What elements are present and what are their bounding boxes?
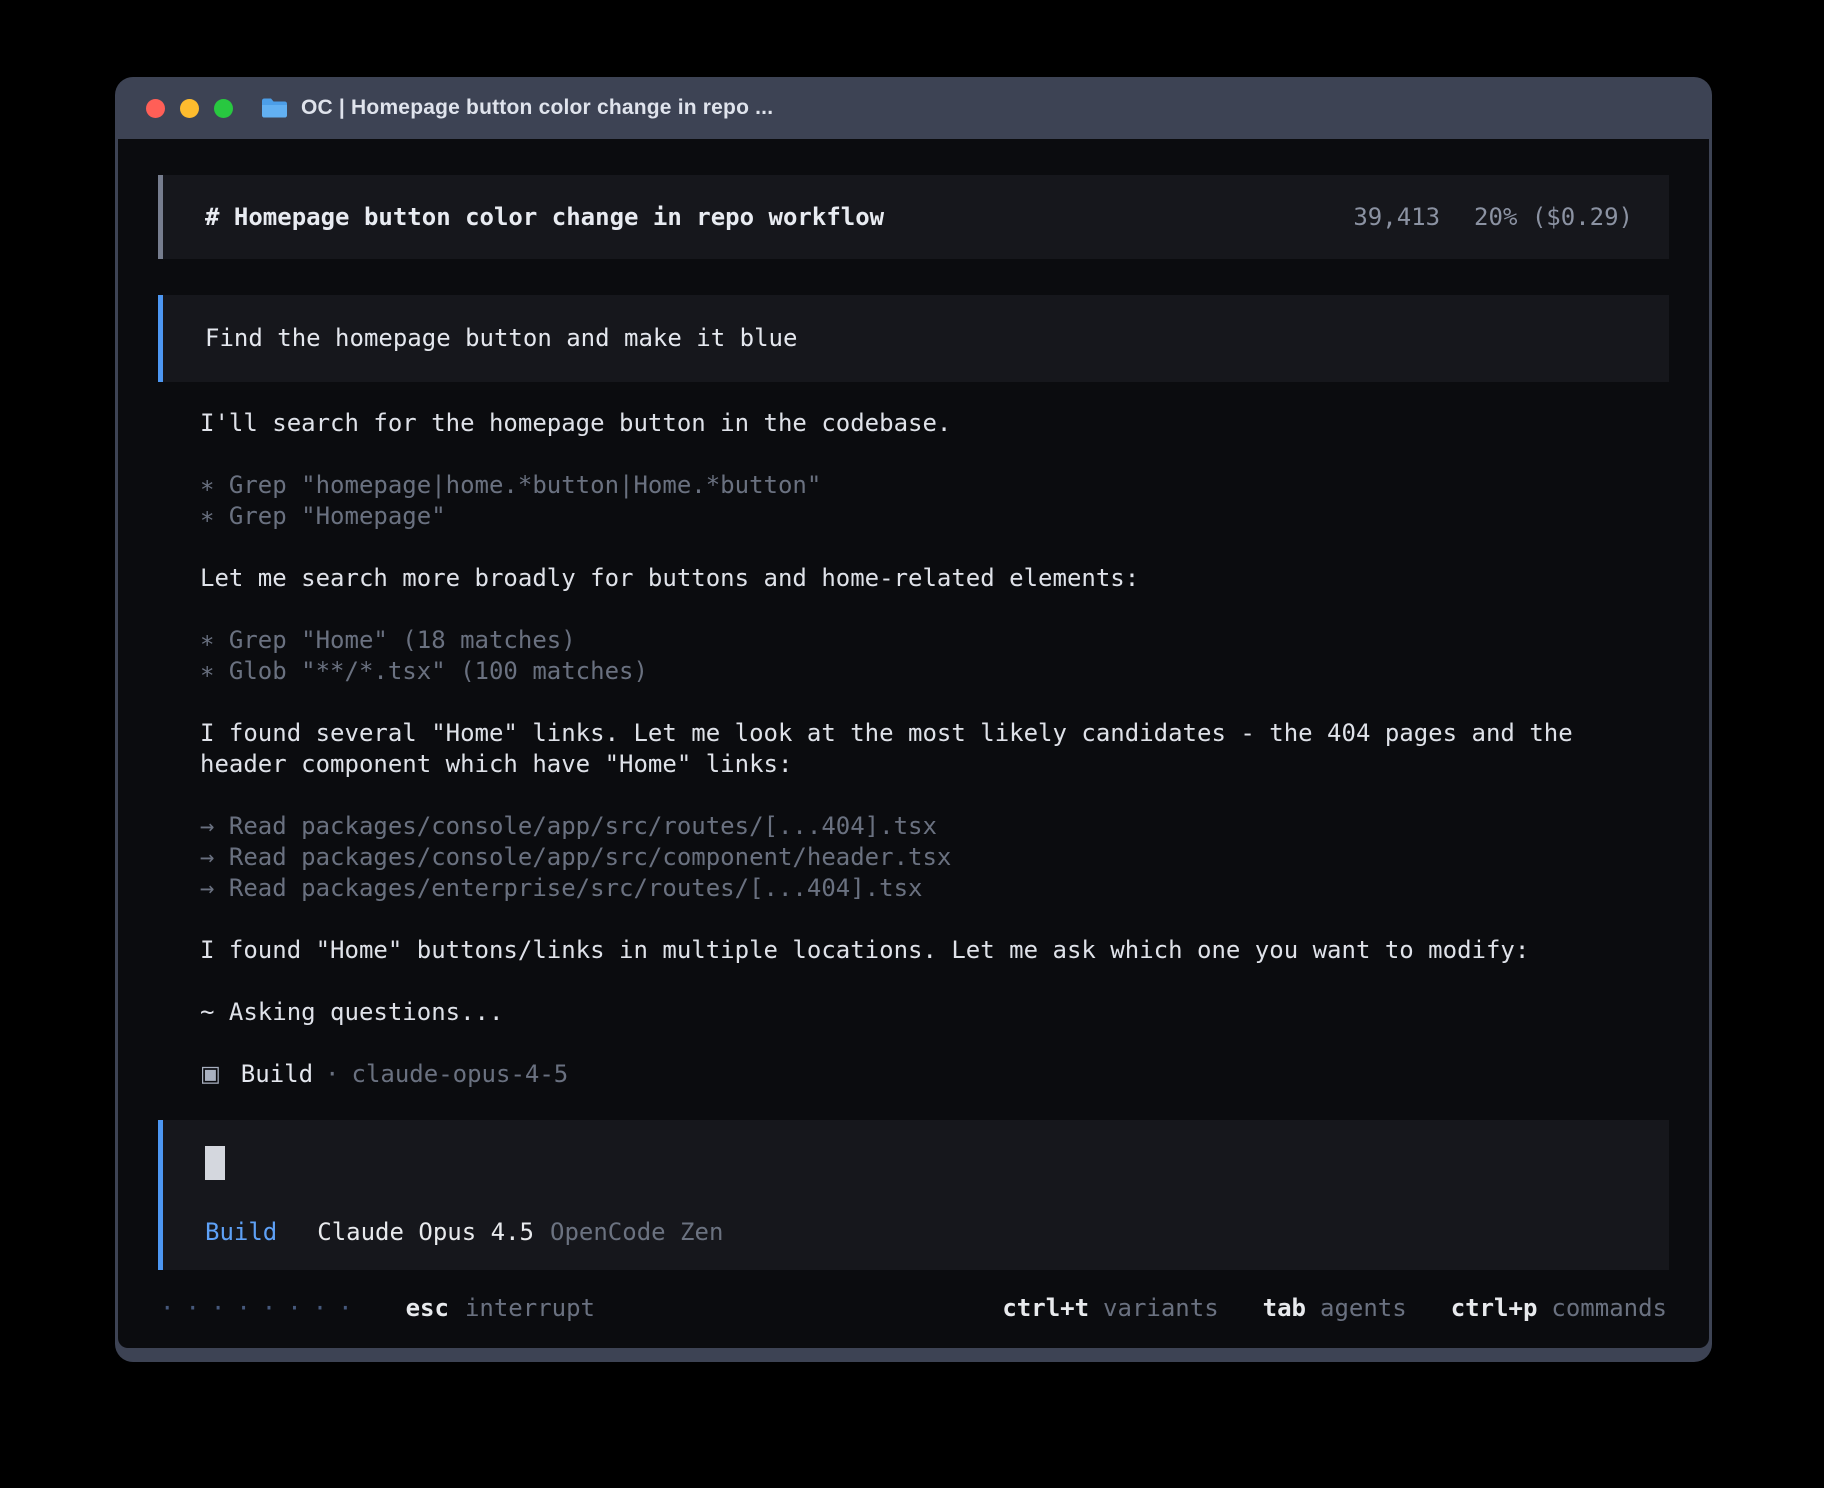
- assistant-text: Let me search more broadly for buttons a…: [200, 563, 1633, 594]
- model-provider: OpenCode Zen: [550, 1218, 723, 1246]
- status-right: ctrl+t variants tab agents ctrl+p comman…: [1002, 1294, 1667, 1322]
- agent-attribution: ▣ Build · claude-opus-4-5: [200, 1059, 1633, 1090]
- window-title-group: OC | Homepage button color change in rep…: [261, 96, 773, 120]
- prompt-input[interactable]: Build Claude Opus 4.5 OpenCode Zen: [158, 1120, 1669, 1270]
- folder-icon: [261, 97, 288, 119]
- agent-separator: ·: [325, 1059, 339, 1090]
- window-title: OC | Homepage button color change in rep…: [301, 96, 773, 120]
- tool-call-read: → Read packages/console/app/src/componen…: [200, 842, 1633, 873]
- window-titlebar[interactable]: OC | Homepage button color change in rep…: [118, 77, 1709, 139]
- agent-model: claude-opus-4-5: [352, 1059, 569, 1090]
- tool-call-grep: ∗ Grep "homepage|home.*button|Home.*butt…: [200, 470, 1633, 501]
- session-stats: 39,413 20% ($0.29): [1353, 203, 1633, 231]
- shortcut-label: agents: [1320, 1294, 1407, 1322]
- spinner-dots: ········: [160, 1294, 364, 1322]
- minimize-button[interactable]: [180, 99, 199, 118]
- session-title: # Homepage button color change in repo w…: [205, 203, 884, 231]
- terminal-body: # Homepage button color change in repo w…: [118, 139, 1709, 1348]
- agent-icon: ▣: [200, 1059, 221, 1090]
- assistant-text: I found "Home" buttons/links in multiple…: [200, 935, 1633, 966]
- esc-key-label: interrupt: [465, 1294, 595, 1322]
- esc-key-hint: esc: [406, 1294, 449, 1322]
- agent-name: Build: [241, 1059, 313, 1090]
- traffic-lights: [146, 99, 233, 118]
- tool-call-read: → Read packages/console/app/src/routes/[…: [200, 811, 1633, 842]
- shortcut-variants: ctrl+t variants: [1002, 1294, 1218, 1322]
- user-message: Find the homepage button and make it blu…: [158, 295, 1669, 382]
- status-left: ········ esc interrupt: [160, 1294, 595, 1322]
- tool-call-grep: ∗ Grep "Homepage": [200, 501, 1633, 532]
- model-name: Claude Opus 4.5: [317, 1218, 534, 1246]
- shortcut-label: commands: [1551, 1294, 1667, 1322]
- shortcut-key: ctrl+p: [1451, 1294, 1538, 1322]
- model-status-line: Build Claude Opus 4.5 OpenCode Zen: [205, 1218, 1633, 1246]
- terminal-window: OC | Homepage button color change in rep…: [115, 77, 1712, 1362]
- token-count: 39,413: [1353, 203, 1440, 231]
- assistant-text: I'll search for the homepage button in t…: [200, 408, 1633, 439]
- status-bar: ········ esc interrupt ctrl+t variants t…: [158, 1294, 1669, 1322]
- shortcut-commands: ctrl+p commands: [1451, 1294, 1667, 1322]
- context-usage: 20% ($0.29): [1474, 203, 1633, 231]
- mode-label: Build: [205, 1218, 277, 1246]
- zoom-button[interactable]: [214, 99, 233, 118]
- close-button[interactable]: [146, 99, 165, 118]
- asking-status: ~ Asking questions...: [200, 997, 1633, 1028]
- shortcut-key: ctrl+t: [1002, 1294, 1089, 1322]
- shortcut-key: tab: [1263, 1294, 1306, 1322]
- shortcut-label: variants: [1103, 1294, 1219, 1322]
- text-cursor: [205, 1146, 225, 1180]
- conversation: I'll search for the homepage button in t…: [158, 382, 1669, 1090]
- assistant-text: I found several "Home" links. Let me loo…: [200, 718, 1633, 780]
- tool-call-glob: ∗ Glob "**/*.tsx" (100 matches): [200, 656, 1633, 687]
- user-message-text: Find the homepage button and make it blu…: [205, 324, 797, 352]
- session-header: # Homepage button color change in repo w…: [158, 175, 1669, 259]
- tool-call-read: → Read packages/enterprise/src/routes/[.…: [200, 873, 1633, 904]
- tool-call-grep: ∗ Grep "Home" (18 matches): [200, 625, 1633, 656]
- shortcut-agents: tab agents: [1263, 1294, 1407, 1322]
